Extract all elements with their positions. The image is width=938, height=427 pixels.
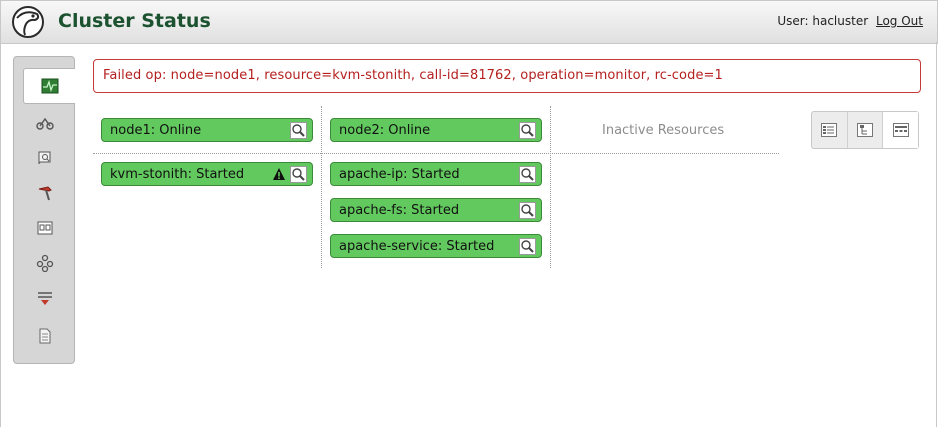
page-border-right bbox=[936, 42, 937, 427]
magnifier-icon[interactable] bbox=[519, 166, 536, 183]
error-banner: Failed op: node=node1, resource=kvm-ston… bbox=[93, 59, 921, 93]
resource-label: kvm-stonith: Started bbox=[110, 167, 245, 182]
logout-link[interactable]: Log Out bbox=[876, 14, 923, 28]
constraints-icon bbox=[37, 221, 53, 235]
magnifier-icon[interactable] bbox=[290, 166, 307, 183]
resource-label: apache-ip: Started bbox=[339, 167, 460, 182]
sidebar-item-dashboard[interactable] bbox=[23, 68, 75, 104]
node-label: node1: Online bbox=[110, 123, 202, 138]
sidebar-item-history[interactable] bbox=[23, 319, 67, 353]
dashboard-icon bbox=[41, 78, 58, 94]
access-control-icon bbox=[38, 292, 52, 305]
resource-apache-service[interactable]: apache-service: Started bbox=[330, 234, 542, 258]
page-title: Cluster Status bbox=[58, 10, 211, 32]
inactive-resources-heading: Inactive Resources bbox=[602, 123, 725, 138]
resource-label: apache-service: Started bbox=[339, 239, 495, 254]
magnifier-icon[interactable] bbox=[519, 238, 536, 255]
column-divider bbox=[321, 106, 322, 268]
node-node2[interactable]: node2: Online bbox=[330, 118, 542, 142]
sidebar-item-cluster-config[interactable] bbox=[23, 246, 67, 280]
sidebar-item-nodes[interactable] bbox=[23, 106, 67, 140]
column-divider bbox=[550, 106, 551, 268]
tree-view-icon bbox=[857, 123, 873, 137]
resources-icon bbox=[38, 151, 51, 165]
gecko-logo-icon bbox=[12, 6, 44, 38]
resource-kvm-stonith[interactable]: kvm-stonith: Started bbox=[101, 162, 313, 186]
magnifier-icon[interactable] bbox=[519, 202, 536, 219]
list-view-button[interactable] bbox=[812, 112, 848, 148]
header-bar: Cluster Status User: hacluster Log Out bbox=[0, 0, 938, 44]
sidebar-item-resources[interactable] bbox=[23, 141, 67, 175]
magnifier-icon[interactable] bbox=[290, 122, 307, 139]
tools-icon bbox=[38, 186, 52, 201]
warning-icon bbox=[273, 168, 285, 180]
page-border-left bbox=[0, 42, 1, 427]
sidebar bbox=[13, 56, 75, 364]
sidebar-item-tools[interactable] bbox=[23, 176, 67, 210]
node-node1[interactable]: node1: Online bbox=[101, 118, 313, 142]
resource-apache-ip[interactable]: apache-ip: Started bbox=[330, 162, 542, 186]
tree-view-button[interactable] bbox=[848, 112, 884, 148]
nodes-icon bbox=[36, 117, 54, 130]
user-info: User: hacluster Log Out bbox=[777, 14, 923, 28]
list-view-icon bbox=[821, 123, 838, 137]
grid-view-icon bbox=[892, 123, 909, 137]
sidebar-item-constraints[interactable] bbox=[23, 211, 67, 245]
magnifier-icon[interactable] bbox=[519, 122, 536, 139]
resource-label: apache-fs: Started bbox=[339, 203, 460, 218]
error-message: Failed op: node=node1, resource=kvm-ston… bbox=[103, 68, 723, 83]
user-label: User: hacluster bbox=[777, 14, 869, 28]
row-divider bbox=[93, 153, 779, 154]
resource-apache-fs[interactable]: apache-fs: Started bbox=[330, 198, 542, 222]
view-toggle-group bbox=[811, 111, 919, 149]
history-icon bbox=[39, 328, 51, 344]
grid-view-button[interactable] bbox=[883, 112, 919, 148]
cluster-config-icon bbox=[36, 254, 54, 272]
node-label: node2: Online bbox=[339, 123, 431, 138]
sidebar-item-access-control[interactable] bbox=[23, 281, 67, 315]
